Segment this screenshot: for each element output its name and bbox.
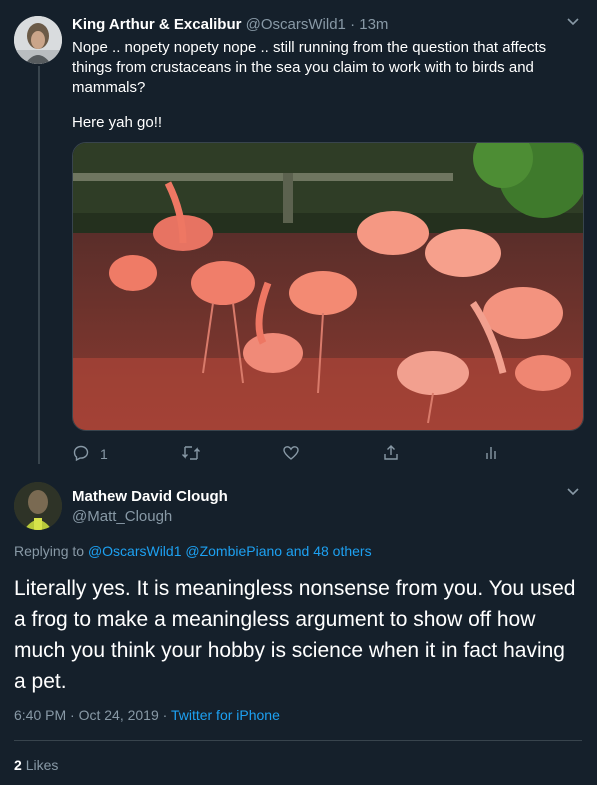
tweet-meta: 6:40 PM · Oct 24, 2019 · Twitter for iPh…	[14, 707, 280, 723]
tweet-actions: 1	[72, 443, 582, 465]
author-handle[interactable]: @Matt_Clough	[72, 508, 172, 525]
tweet-timestamp[interactable]: 6:40 PM · Oct 24, 2019 ·	[14, 707, 167, 723]
avatar[interactable]	[14, 482, 62, 530]
chevron-down-icon[interactable]	[566, 484, 580, 503]
tweet-source[interactable]: Twitter for iPhone	[171, 707, 280, 723]
tweet-text: Nope .. nopety nopety nope .. still runn…	[72, 39, 551, 96]
analytics-icon[interactable]	[482, 444, 500, 465]
replying-to: Replying to @OscarsWild1 @ZombiePiano an…	[14, 543, 372, 559]
divider	[14, 740, 582, 741]
separator: ·	[350, 16, 356, 33]
share-icon[interactable]	[382, 444, 482, 465]
tweet-image[interactable]	[72, 142, 584, 431]
reply-action[interactable]: 1	[72, 444, 180, 465]
author-handle[interactable]: @OscarsWild1	[246, 16, 346, 33]
avatar[interactable]	[14, 16, 62, 64]
tweet-time[interactable]: 13m	[359, 16, 388, 33]
replying-prefix: Replying to	[14, 543, 85, 559]
tweet-text: Literally yes. It is meaningless nonsens…	[14, 577, 576, 693]
like-icon[interactable]	[282, 444, 382, 465]
replying-users[interactable]: @OscarsWild1 @ZombiePiano and 48 others	[88, 543, 372, 559]
likes-count: 2	[14, 757, 22, 773]
author-name[interactable]: King Arthur & Excalibur	[72, 16, 241, 33]
reply-count: 1	[100, 446, 108, 462]
likes-summary[interactable]: 2 Likes	[14, 757, 58, 773]
tweet-text-2: Here yah go!!	[72, 114, 163, 131]
author-name[interactable]: Mathew David Clough	[72, 488, 228, 505]
tweet-header: King Arthur & Excalibur @OscarsWild1 · 1…	[72, 16, 552, 33]
thread-line	[38, 66, 40, 464]
likes-label: Likes	[25, 757, 59, 773]
chevron-down-icon[interactable]	[566, 14, 580, 33]
retweet-icon[interactable]	[180, 444, 282, 465]
reply-icon[interactable]	[72, 444, 90, 465]
